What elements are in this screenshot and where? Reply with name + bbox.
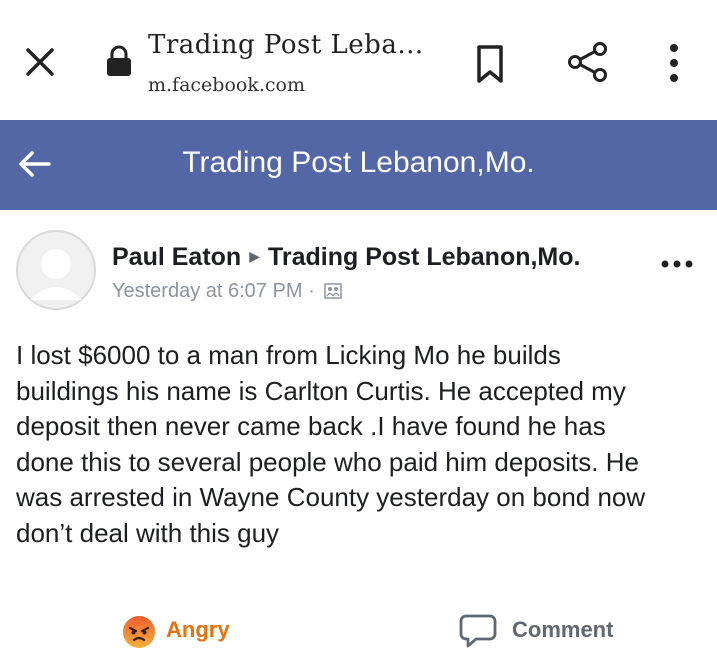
avatar[interactable] <box>16 230 96 310</box>
post-body-line: was arrested in Wayne County yesterday o… <box>16 482 646 512</box>
close-icon[interactable] <box>22 44 58 80</box>
group-header: Trading Post Lebanon,Mo. <box>0 120 717 210</box>
share-icon[interactable] <box>566 40 610 84</box>
post-body-line: buildings his name is Carlton Curtis. He… <box>16 375 626 406</box>
post-timestamp[interactable]: Yesterday at 6:07 PM <box>112 280 303 302</box>
bookmark-icon[interactable] <box>474 44 506 84</box>
header-title: Trading Post Lebanon,Mo. <box>182 146 535 179</box>
avatar-silhouette-icon <box>16 230 96 310</box>
angry-icon[interactable] <box>122 615 156 649</box>
arrow-right-icon: ▶ <box>249 248 260 264</box>
post-author-line: Paul Eaton ▶ Trading Post Lebanon,Mo. <box>112 243 580 272</box>
audience-icon <box>324 283 343 299</box>
author-name[interactable]: Paul Eaton <box>112 243 241 271</box>
lock-icon <box>107 45 131 76</box>
post-options-icon[interactable] <box>660 258 694 270</box>
reaction-label[interactable]: Angry <box>166 617 230 643</box>
page-title: Trading Post Leba... <box>148 30 424 60</box>
url-domain: m.facebook.com <box>148 74 305 96</box>
comment-button[interactable]: Comment <box>512 617 613 643</box>
post-body: I lost $6000 to a man from Licking Mo he… <box>16 338 706 551</box>
post-body-line: don’t deal with this guy <box>16 517 280 548</box>
post-timestamp-line: Yesterday at 6:07 PM · <box>112 280 343 303</box>
comment-icon[interactable] <box>458 612 498 650</box>
group-name[interactable]: Trading Post Lebanon,Mo. <box>268 243 581 271</box>
separator: · <box>308 280 315 302</box>
browser-toolbar: Trading Post Leba... m.facebook.com <box>0 0 717 120</box>
more-icon[interactable] <box>664 42 684 84</box>
post-body-line: I lost $6000 to a man from Licking Mo he… <box>16 340 561 370</box>
post-body-line: done this to several people who paid him… <box>16 446 639 477</box>
post-body-line: deposit then never came back .I have fou… <box>16 411 606 441</box>
